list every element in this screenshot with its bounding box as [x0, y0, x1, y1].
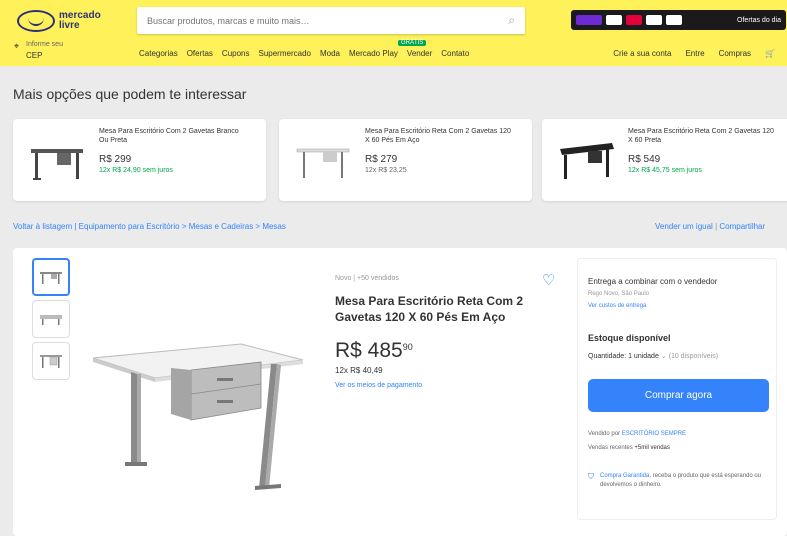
product-title: Mesa Para Escritório Reta Com 2 Gavetas … [335, 294, 524, 324]
delivery-costs-link[interactable]: Ver custos de entrega [588, 303, 646, 309]
recent-sales: Vendas recentes +5mil vendas [588, 445, 670, 451]
card-name: Mesa Para Escritório Reta Com 2 Gavetas … [365, 128, 511, 144]
nav-item-cupons[interactable]: Cupons [222, 49, 250, 58]
search-input[interactable] [137, 7, 487, 34]
gallery-thumb[interactable] [32, 258, 70, 296]
product-main-image[interactable] [91, 338, 327, 498]
seller-info: Vendido por ESCRITÓRIO SEMPRE [588, 431, 686, 437]
card-name: Mesa Para Escritório Reta Com 2 Gavetas … [628, 128, 774, 144]
purchases-link[interactable]: Compras [719, 49, 751, 58]
share-link[interactable]: Compartilhar [719, 222, 765, 231]
product-price: R$ 48590 [335, 339, 413, 363]
seller-label: Vendido por [588, 431, 621, 437]
quantity-selector[interactable]: Quantidade: 1 unidade ⌄ (10 disponíveis) [588, 352, 718, 360]
nav-item-moda[interactable]: Moda [320, 49, 340, 58]
cart-icon[interactable]: 🛒 [765, 49, 775, 58]
promo-pill [576, 15, 602, 25]
create-account-link[interactable]: Crie a sua conta [613, 49, 671, 58]
chevron-down-icon: ⌄ [660, 353, 669, 360]
desk-thumbnail [560, 143, 614, 179]
promo-text: Ofertas do dia [737, 16, 781, 24]
shield-icon: ⛉ [588, 472, 594, 481]
price-cents: 90 [402, 342, 413, 352]
gallery-thumb[interactable] [32, 300, 70, 338]
sales-value: +5mil vendas [634, 445, 670, 451]
stock-label: Estoque disponível [588, 333, 671, 343]
recommendation-card[interactable]: Mesa Para Escritório Reta Com 2 Gavetas … [542, 119, 787, 201]
sales-label: Vendas recentes [588, 445, 633, 451]
nav-item-vender[interactable]: Vender [407, 49, 432, 58]
desk-thumbnail [40, 315, 62, 325]
quantity-value: Quantidade: 1 unidade [588, 353, 659, 360]
promo-pill [626, 15, 642, 25]
favorite-heart-icon[interactable]: ♡ [542, 271, 555, 289]
product-condition: Novo | +50 vendidos [335, 275, 399, 282]
free-badge: GRÁTIS [398, 40, 427, 46]
purchase-protection: ⛉ Compra Garantida, receba o produto que… [588, 472, 766, 490]
search-icon[interactable]: ⌕ [508, 13, 515, 28]
protection-link[interactable]: Compra Garantida [600, 473, 649, 479]
logo-text: mercado livre [59, 10, 101, 31]
sell-similar-link[interactable]: Vender um igual [655, 222, 713, 231]
promo-pill [606, 15, 622, 25]
card-installments: 12x R$ 45,75 sem juros [628, 167, 702, 174]
seller-name-link[interactable]: ESCRITÓRIO SEMPRE [622, 431, 686, 437]
card-price: R$ 279 [365, 154, 398, 165]
recommendation-card[interactable]: Mesa Para Escritório Com 2 Gavetas Branc… [13, 119, 266, 201]
card-price: R$ 299 [99, 154, 132, 165]
mercado-livre-logo[interactable]: mercado livre [17, 8, 113, 34]
cep-value: CEP [26, 51, 43, 60]
breadcrumb[interactable]: Voltar à listagem | Equipamento para Esc… [13, 222, 286, 231]
nav-item-supermercado[interactable]: Supermercado [259, 49, 311, 58]
user-nav: Crie a sua conta Entre Compras 🛒 [613, 49, 775, 58]
login-link[interactable]: Entre [685, 49, 704, 58]
desk-thumbnail [31, 149, 83, 180]
nav-item-mercado-play[interactable]: Mercado Play [349, 49, 398, 58]
price-integer: R$ 485 [335, 339, 403, 362]
nav-item-ofertas[interactable]: Ofertas [187, 49, 213, 58]
header: mercado livre ⌕ Ofertas do dia ⌖ Informe… [0, 0, 787, 66]
card-price: R$ 549 [628, 154, 661, 165]
recommendation-card[interactable]: Mesa Para Escritório Reta Com 2 Gavetas … [279, 119, 532, 201]
main-nav: Categorias Ofertas Cupons Supermercado M… [139, 40, 469, 58]
promo-pill [666, 15, 682, 25]
nav-item-categorias[interactable]: Categorias [139, 49, 178, 58]
promo-pill [646, 15, 662, 25]
purchase-panel: Entrega a combinar com o vendedor Rego N… [577, 258, 777, 520]
handshake-icon [17, 10, 55, 32]
breadcrumb-actions: Vender um igual | Compartilhar [655, 222, 766, 231]
cep-label: Informe seu [26, 41, 63, 48]
card-installments: 12x R$ 23,25 [365, 167, 407, 174]
payment-methods-link[interactable]: Ver os meios de pagamento [335, 382, 422, 389]
delivery-info: Entrega a combinar com o vendedor [588, 277, 718, 286]
cep-selector[interactable]: ⌖ Informe seu CEP [14, 40, 84, 62]
quantity-available: (10 disponíveis) [668, 353, 719, 360]
card-name: Mesa Para Escritório Com 2 Gavetas Branc… [99, 128, 239, 144]
card-installments: 12x R$ 24,90 sem juros [99, 167, 173, 174]
nav-item-contato[interactable]: Contato [441, 49, 469, 58]
search-bar: ⌕ [137, 7, 525, 34]
product-installments: 12x R$ 40,49 [335, 366, 383, 375]
recommendations-title: Mais opções que podem te interessar [13, 86, 247, 102]
promo-banner[interactable]: Ofertas do dia [571, 10, 786, 30]
location-pin-icon: ⌖ [14, 41, 20, 51]
seller-location: Rego Novo, São Paulo [588, 291, 650, 297]
desk-thumbnail [296, 148, 350, 178]
desk-thumbnail [40, 272, 62, 284]
gallery-thumb[interactable] [32, 342, 70, 380]
desk-thumbnail [40, 355, 62, 368]
buy-now-button[interactable]: Comprar agora [588, 379, 769, 412]
